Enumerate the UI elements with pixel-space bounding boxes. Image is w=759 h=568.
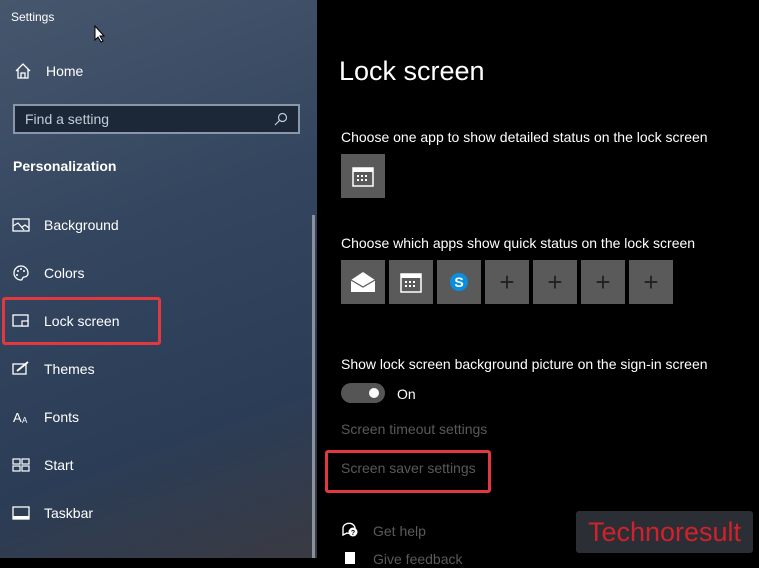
highlight-box-lock-screen	[2, 297, 161, 345]
sidebar-item-background[interactable]: Background	[12, 213, 119, 237]
background-signin-label: Show lock screen background picture on t…	[341, 356, 708, 372]
sidebar: Settings Home Find a setting Personaliza…	[0, 0, 317, 558]
plus-icon: +	[499, 266, 515, 297]
nav-label: Themes	[44, 361, 95, 377]
home-icon	[15, 63, 31, 79]
quick-app-add[interactable]: +	[533, 260, 577, 304]
help-icon: ?	[342, 522, 358, 537]
search-icon[interactable]	[274, 112, 288, 126]
plus-icon: +	[643, 266, 659, 297]
calendar-icon	[400, 273, 422, 293]
svg-text:A: A	[22, 416, 28, 425]
feedback-icon	[345, 552, 355, 564]
quick-app-add[interactable]: +	[485, 260, 529, 304]
detailed-app-calendar[interactable]	[341, 154, 385, 198]
highlight-box-screen-saver	[325, 450, 491, 493]
plus-icon: +	[595, 266, 611, 297]
give-feedback-link[interactable]: Give feedback	[373, 551, 463, 567]
plus-icon: +	[547, 266, 563, 297]
start-icon	[12, 458, 30, 472]
svg-text:A: A	[13, 410, 22, 425]
picture-icon	[12, 218, 30, 232]
search-placeholder: Find a setting	[25, 111, 110, 127]
detailed-status-label: Choose one app to show detailed status o…	[341, 129, 708, 145]
palette-icon	[13, 265, 29, 281]
nav-label: Colors	[44, 265, 85, 281]
quick-app-skype[interactable]: S	[437, 260, 481, 304]
get-help-link[interactable]: Get help	[373, 523, 426, 539]
sidebar-item-themes[interactable]: Themes	[12, 357, 95, 381]
fonts-icon: AA	[13, 410, 28, 425]
sidebar-scrollbar[interactable]	[312, 215, 315, 558]
sidebar-item-colors[interactable]: Colors	[12, 261, 84, 285]
search-input[interactable]: Find a setting	[13, 104, 300, 134]
taskbar-icon	[12, 506, 30, 520]
nav-label: Taskbar	[44, 505, 94, 521]
nav-label: Background	[44, 217, 119, 233]
quick-status-label: Choose which apps show quick status on t…	[341, 235, 696, 251]
page-title: Lock screen	[339, 56, 485, 86]
quick-app-add[interactable]: +	[581, 260, 625, 304]
mouse-cursor-icon	[94, 25, 106, 43]
home-link[interactable]: Home	[14, 62, 83, 80]
toggle-state: On	[397, 386, 416, 402]
sidebar-item-fonts[interactable]: AA Fonts	[12, 405, 79, 429]
section-heading: Personalization	[13, 158, 117, 174]
background-signin-toggle[interactable]	[341, 383, 385, 403]
app-title: Settings	[11, 10, 55, 24]
quick-app-calendar[interactable]	[389, 260, 433, 304]
screen-timeout-link[interactable]: Screen timeout settings	[341, 421, 487, 437]
svg-text:S: S	[454, 274, 463, 290]
watermark: Technoresult	[576, 511, 753, 553]
nav-label: Start	[44, 457, 74, 473]
quick-app-add[interactable]: +	[629, 260, 673, 304]
nav-label: Fonts	[44, 409, 80, 425]
skype-icon: S	[450, 273, 468, 291]
sidebar-item-taskbar[interactable]: Taskbar	[12, 501, 93, 525]
mail-icon	[350, 272, 376, 292]
quick-app-mail[interactable]	[341, 260, 385, 304]
home-label: Home	[46, 63, 84, 79]
calendar-icon	[352, 167, 374, 187]
brush-icon	[12, 361, 29, 375]
svg-text:?: ?	[351, 530, 355, 537]
sidebar-item-start[interactable]: Start	[12, 453, 74, 477]
